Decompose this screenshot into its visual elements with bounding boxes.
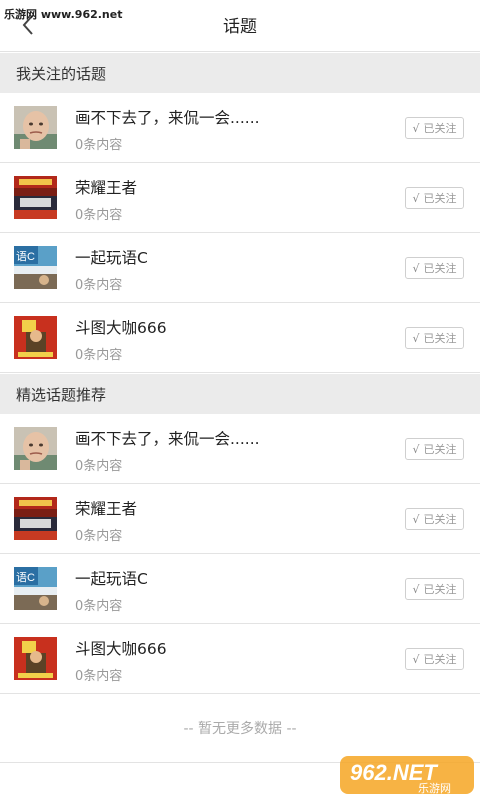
watermark-text: 乐游网 www.962.net	[4, 8, 123, 21]
topic-row[interactable]: 斗图大咖666 0条内容 √ 已关注	[0, 303, 480, 373]
topic-title: 一起玩语C	[75, 249, 148, 267]
topic-title: 画不下去了，来侃一会......	[75, 109, 260, 127]
followed-button[interactable]: √ 已关注	[405, 648, 464, 670]
check-icon: √	[412, 191, 420, 205]
doutu-poster-icon	[14, 637, 57, 680]
topic-title: 斗图大咖666	[75, 640, 167, 658]
baby-avatar-icon	[14, 106, 57, 149]
baby-avatar-icon	[14, 427, 57, 470]
follow-label: 已关注	[423, 192, 457, 205]
yuc-poster-icon: 语C	[14, 246, 57, 289]
check-icon: √	[412, 582, 420, 596]
topic-count: 0条内容	[75, 278, 123, 293]
topic-count: 0条内容	[75, 208, 123, 223]
doutu-poster-icon	[14, 316, 57, 359]
topic-row[interactable]: 画不下去了，来侃一会...... 0条内容 √ 已关注	[0, 414, 480, 484]
followed-button[interactable]: √ 已关注	[405, 257, 464, 279]
check-icon: √	[412, 261, 420, 275]
topic-count: 0条内容	[75, 599, 123, 614]
check-icon: √	[412, 652, 420, 666]
follow-label: 已关注	[423, 653, 457, 666]
topic-row[interactable]: 画不下去了，来侃一会...... 0条内容 √ 已关注	[0, 93, 480, 163]
section-header-followed: 我关注的话题	[0, 53, 480, 93]
king-glory-poster-icon	[14, 497, 57, 540]
follow-label: 已关注	[423, 122, 457, 135]
topic-row[interactable]: 斗图大咖666 0条内容 √ 已关注	[0, 624, 480, 694]
svg-text:语C: 语C	[16, 250, 35, 263]
site-logo-watermark: 962.NET 乐游网	[340, 752, 474, 796]
follow-label: 已关注	[423, 332, 457, 345]
topic-title: 画不下去了，来侃一会......	[75, 430, 260, 448]
svg-text:语C: 语C	[16, 571, 35, 584]
svg-text:乐游网: 乐游网	[418, 782, 451, 795]
follow-label: 已关注	[423, 583, 457, 596]
section-title: 我关注的话题	[16, 64, 107, 83]
topic-row[interactable]: 荣耀王者 0条内容 √ 已关注	[0, 484, 480, 554]
topic-count: 0条内容	[75, 669, 123, 684]
topic-title: 斗图大咖666	[75, 319, 167, 337]
check-icon: √	[412, 442, 420, 456]
follow-label: 已关注	[423, 513, 457, 526]
followed-button[interactable]: √ 已关注	[405, 327, 464, 349]
topic-count: 0条内容	[75, 138, 123, 153]
king-glory-poster-icon	[14, 176, 57, 219]
section-header-recommended: 精选话题推荐	[0, 374, 480, 414]
topic-title: 荣耀王者	[75, 179, 138, 197]
topic-row[interactable]: 语C 一起玩语C 0条内容 √ 已关注	[0, 233, 480, 303]
topic-count: 0条内容	[75, 459, 123, 474]
yuc-poster-icon: 语C	[14, 567, 57, 610]
section-title: 精选话题推荐	[16, 385, 107, 404]
topic-title: 荣耀王者	[75, 500, 138, 518]
check-icon: √	[412, 121, 420, 135]
follow-label: 已关注	[423, 262, 457, 275]
followed-button[interactable]: √ 已关注	[405, 578, 464, 600]
topic-count: 0条内容	[75, 529, 123, 544]
follow-label: 已关注	[423, 443, 457, 456]
check-icon: √	[412, 512, 420, 526]
topic-count: 0条内容	[75, 348, 123, 363]
topic-row[interactable]: 荣耀王者 0条内容 √ 已关注	[0, 163, 480, 233]
followed-button[interactable]: √ 已关注	[405, 117, 464, 139]
followed-button[interactable]: √ 已关注	[405, 508, 464, 530]
followed-button[interactable]: √ 已关注	[405, 187, 464, 209]
topic-row[interactable]: 语C 一起玩语C 0条内容 √ 已关注	[0, 554, 480, 624]
check-icon: √	[412, 331, 420, 345]
no-more-data-text: -- 暂无更多数据 --	[183, 721, 297, 737]
topic-title: 一起玩语C	[75, 570, 148, 588]
followed-button[interactable]: √ 已关注	[405, 438, 464, 460]
